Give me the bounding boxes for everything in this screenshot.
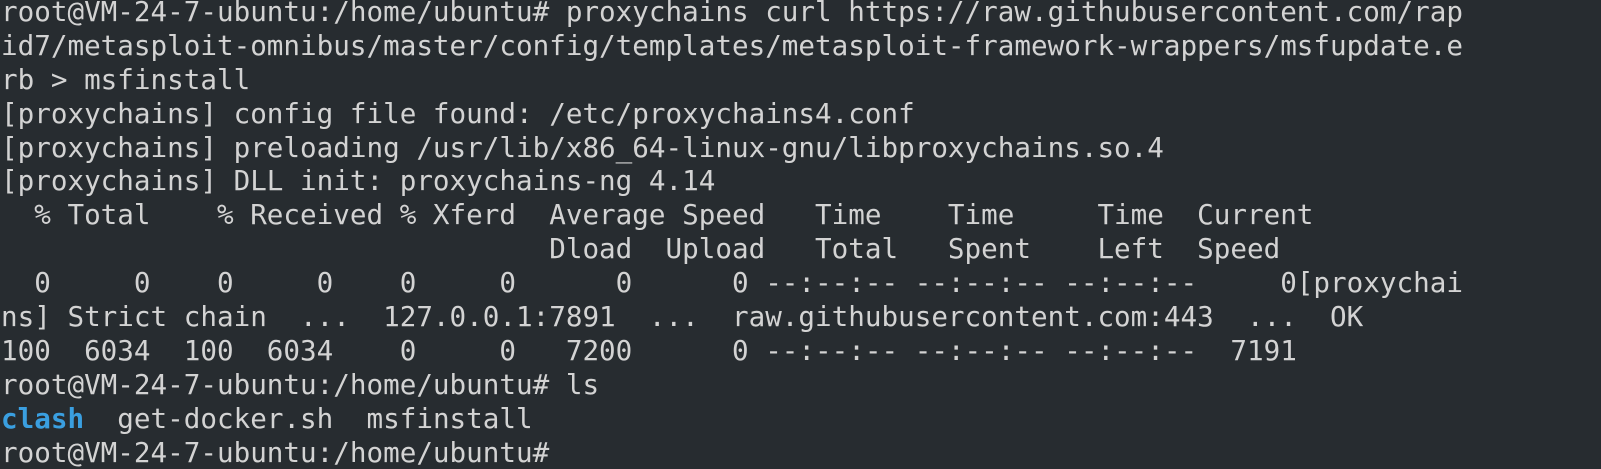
output-line: ns] Strict chain ... 127.0.0.1:7891 ... … xyxy=(1,300,1364,334)
file-entries: get-docker.sh msfinstall xyxy=(84,401,533,435)
curl-progress-row: 100 6034 100 6034 0 0 7200 0 --:--:-- --… xyxy=(1,333,1297,367)
curl-progress-header: % Total % Received % Xferd Average Speed… xyxy=(1,198,1314,232)
command-line: root@VM-24-7-ubuntu:/home/ubuntu# proxyc… xyxy=(1,0,1463,28)
output-line: [proxychains] config file found: /etc/pr… xyxy=(1,96,915,130)
prompt-line: root@VM-24-7-ubuntu:/home/ubuntu# xyxy=(1,435,550,469)
curl-progress-header: Dload Upload Total Spent Left Speed xyxy=(1,232,1281,266)
terminal-output[interactable]: root@VM-24-7-ubuntu:/home/ubuntu# proxyc… xyxy=(1,0,1601,469)
command-line: root@VM-24-7-ubuntu:/home/ubuntu# ls xyxy=(1,367,600,401)
curl-progress-row: 0 0 0 0 0 0 0 0 --:--:-- --:--:-- --:--:… xyxy=(1,266,1463,300)
output-line: rb > msfinstall xyxy=(1,62,251,96)
output-line: [proxychains] DLL init: proxychains-ng 4… xyxy=(1,164,716,198)
directory-entry: clash xyxy=(1,401,85,435)
output-line: [proxychains] preloading /usr/lib/x86_64… xyxy=(1,130,1164,164)
output-line: id7/metasploit-omnibus/master/config/tem… xyxy=(1,28,1463,62)
ls-output: clash get-docker.sh msfinstall xyxy=(1,402,1601,436)
